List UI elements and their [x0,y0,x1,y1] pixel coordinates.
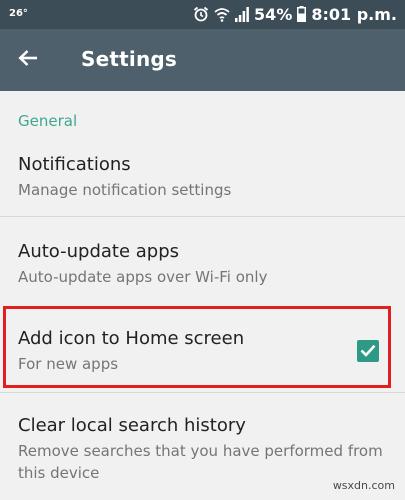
setting-auto-update-apps[interactable]: Auto-update apps Auto-update apps over W… [0,217,405,304]
status-right-group: 54% 8:01 p.m. [193,3,397,25]
add-icon-checkbox[interactable] [357,340,379,362]
back-button[interactable] [10,42,46,78]
setting-title: Clear local search history [18,415,246,436]
alarm-icon [193,6,209,22]
setting-title: Notifications [18,154,131,175]
page-title: Settings [81,47,178,71]
wifi-icon [214,6,230,22]
battery-icon [297,6,307,22]
setting-subtitle: Auto-update apps over Wi-Fi only [18,268,268,286]
section-header-general: General [18,112,78,130]
app-bar: Settings [0,29,405,91]
setting-notifications[interactable]: Notifications Manage notification settin… [0,136,405,216]
watermark: wsxdn.com [332,479,395,492]
setting-subtitle: Manage notification settings [18,181,232,199]
setting-subtitle: this device [18,464,100,482]
setting-subtitle: Remove searches that you have performed … [18,442,383,460]
signal-icon [235,6,249,22]
checkmark-icon [360,342,376,361]
back-arrow-icon [18,49,38,71]
setting-title: Auto-update apps [18,241,180,262]
battery-percent: 54% [254,4,293,24]
status-temperature: 26° [9,8,28,19]
highlight-box [3,306,391,388]
status-time: 8:01 p.m. [311,4,397,24]
status-bar: 26° 54% 8:01 p.m. [0,0,405,29]
